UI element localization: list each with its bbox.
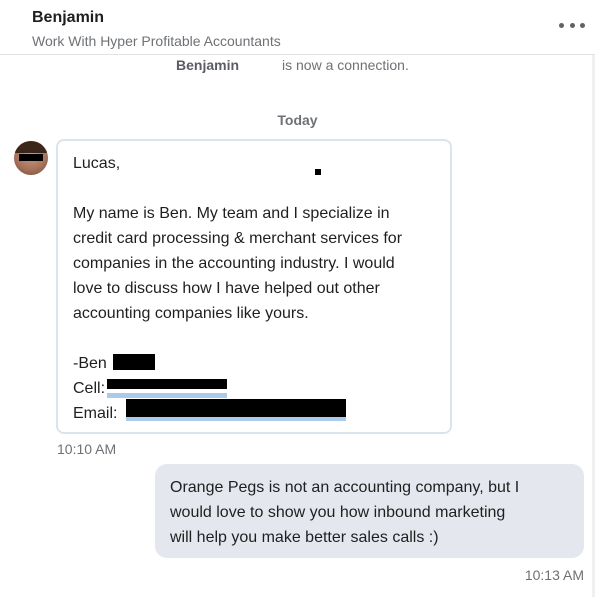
day-divider: Today xyxy=(277,112,318,128)
message-line: Lucas, xyxy=(73,155,121,172)
more-options-button[interactable] xyxy=(559,16,585,34)
message-timestamp: 10:13 AM xyxy=(524,567,584,583)
message-timestamp: 10:10 AM xyxy=(57,441,117,457)
redaction-mark xyxy=(113,354,155,370)
message-line: will help you make better sales calls :) xyxy=(170,529,439,546)
message-line: Orange Pegs is not an accounting company… xyxy=(170,479,520,496)
message-line: accounting companies like yours. xyxy=(73,305,309,322)
contact-name[interactable]: Benjamin xyxy=(32,9,104,27)
avatar[interactable] xyxy=(14,141,48,175)
conversation-header: Benjamin Work With Hyper Profitable Acco… xyxy=(0,0,595,55)
message-line: My name is Ben. My team and I specialize… xyxy=(73,205,390,222)
outgoing-message-bubble: Orange Pegs is not an accounting company… xyxy=(155,464,584,558)
connection-name[interactable]: Benjamin xyxy=(176,57,239,73)
message-line: would love to show you how inbound marke… xyxy=(170,504,506,521)
incoming-message-bubble: Lucas, My name is Ben. My team and I spe… xyxy=(56,139,452,434)
message-line: companies in the accounting industry. I … xyxy=(73,255,395,272)
contact-headline: Work With Hyper Profitable Accountants xyxy=(32,33,281,49)
redaction-mark xyxy=(126,399,346,417)
more-horizontal-icon xyxy=(559,22,564,28)
connection-text: is now a connection. xyxy=(282,57,409,73)
signature-cell-label: Cell: xyxy=(73,380,106,397)
avatar-redaction xyxy=(19,154,43,161)
redaction-mark xyxy=(107,379,227,389)
message-line: credit card processing & merchant servic… xyxy=(73,230,403,247)
signature-name: -Ben xyxy=(73,355,107,372)
signature-email-label: Email: xyxy=(73,405,118,422)
message-line: love to discuss how I have helped out ot… xyxy=(73,280,380,297)
redaction-mark xyxy=(315,169,321,175)
